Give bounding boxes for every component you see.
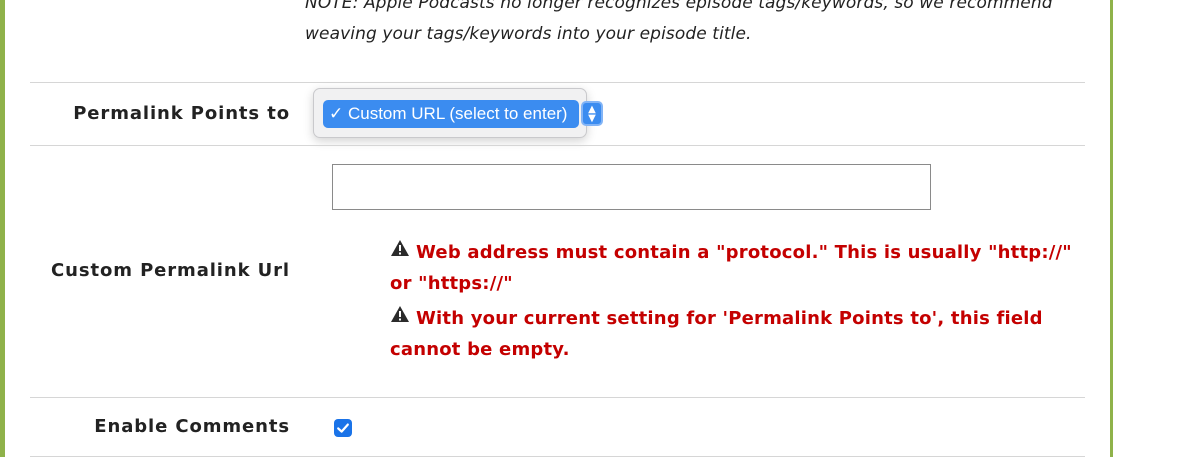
enable-comments-checkbox[interactable] — [334, 419, 352, 437]
select-option-custom-url[interactable]: ✓ Custom URL (select to enter) — [323, 100, 579, 128]
row-divider — [30, 397, 1085, 398]
checkmark-icon — [337, 423, 349, 433]
warning-icon — [391, 240, 409, 256]
select-stepper-arrows-icon[interactable]: ▲ ▼ — [581, 101, 603, 126]
permalink-points-to-dropdown-menu[interactable]: ✓ Custom URL (select to enter) — [313, 88, 587, 138]
error-message: With your current setting for 'Permalink… — [390, 303, 1080, 365]
error-message: Web address must contain a "protocol." T… — [390, 237, 1080, 299]
panel-left-border — [0, 0, 5, 457]
permalink-points-to-label: Permalink Points to — [73, 103, 290, 124]
warning-icon — [391, 306, 409, 322]
custom-permalink-url-input[interactable] — [332, 164, 931, 210]
panel-right-border — [1110, 0, 1113, 457]
enable-comments-label: Enable Comments — [94, 416, 290, 437]
protocol-error-text: Web address must contain a "protocol." T… — [390, 242, 1072, 294]
row-divider — [30, 82, 1085, 83]
empty-field-error-text: With your current setting for 'Permalink… — [390, 308, 1043, 360]
form-panel: NOTE: Apple Podcasts no longer recognize… — [0, 0, 1200, 457]
apple-podcasts-note: NOTE: Apple Podcasts no longer recognize… — [305, 0, 1053, 44]
custom-permalink-url-label: Custom Permalink Url — [51, 260, 290, 281]
row-divider — [30, 145, 1085, 146]
